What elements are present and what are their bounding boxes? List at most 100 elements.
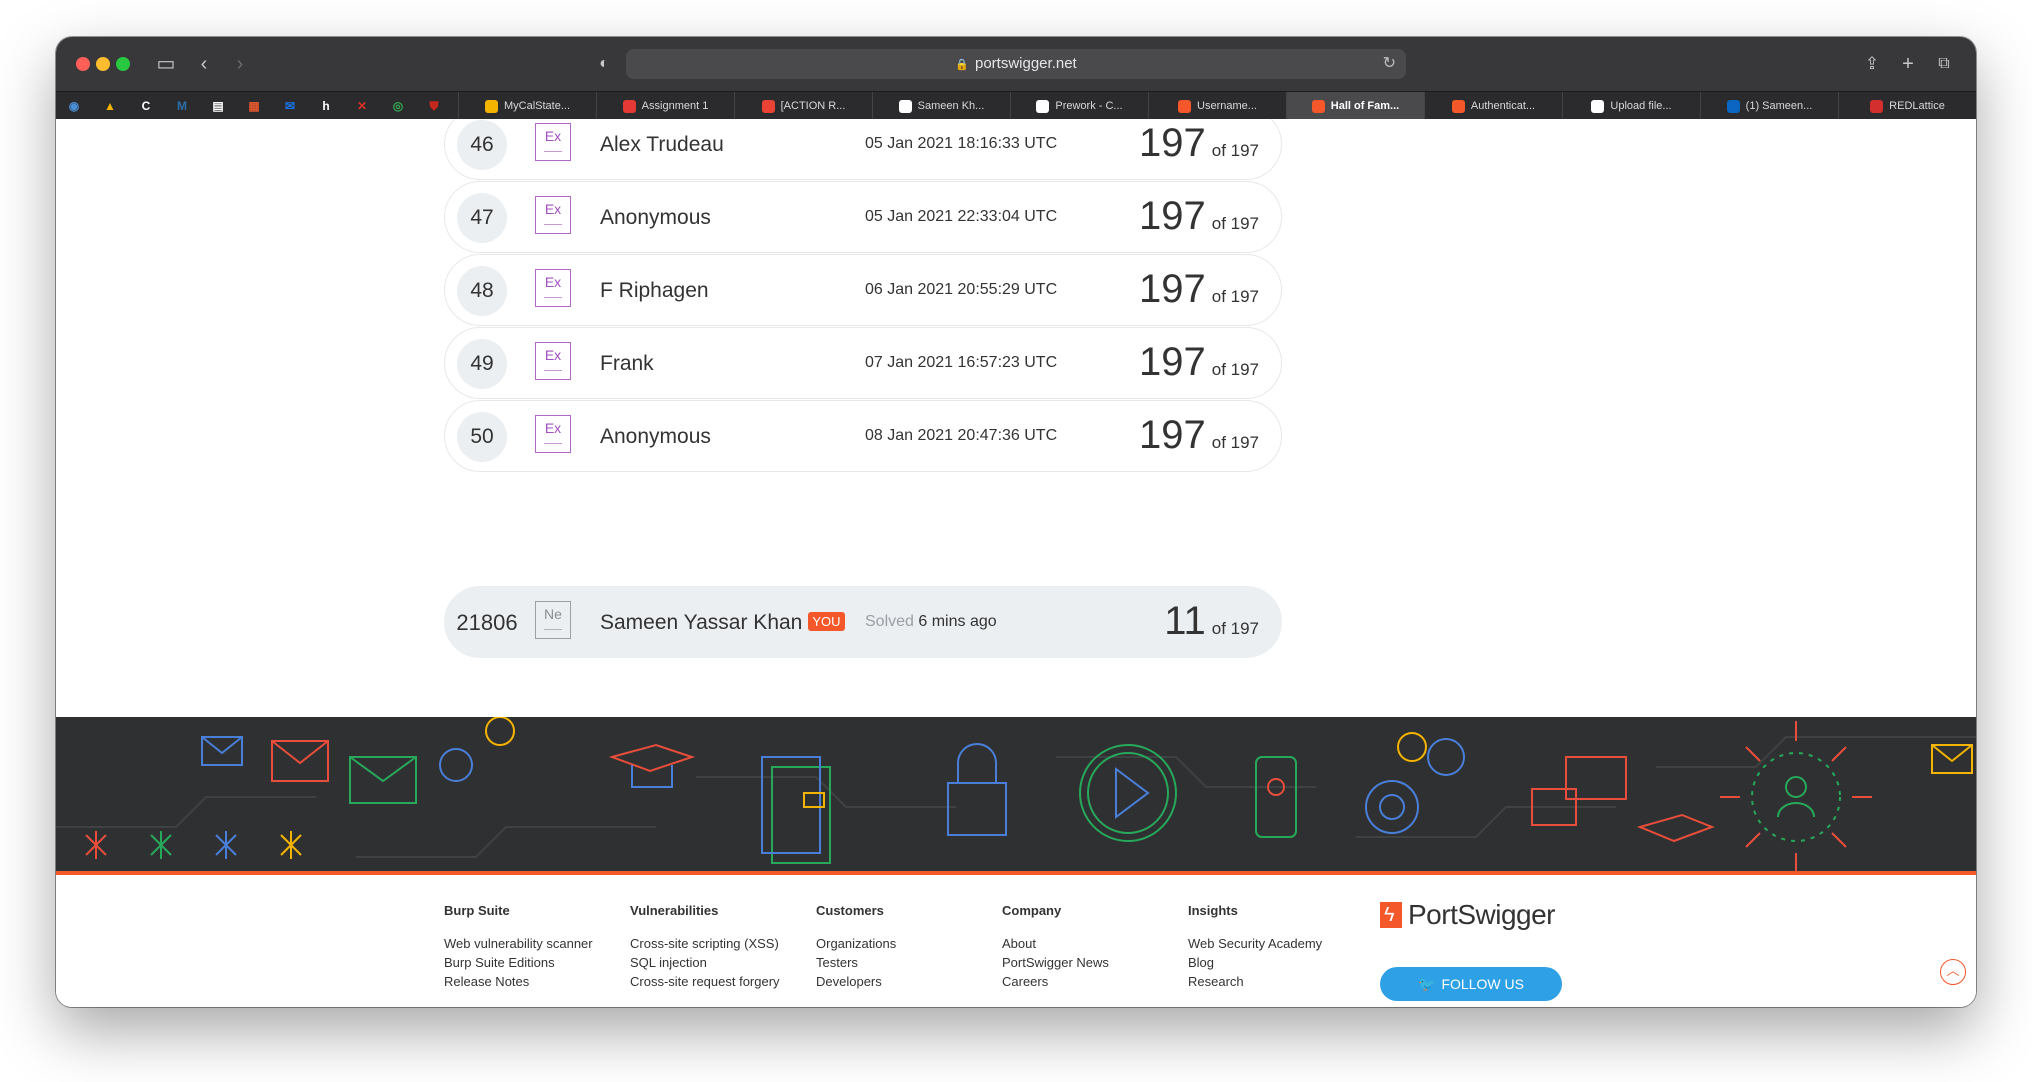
footer-column-heading: Customers	[816, 903, 884, 918]
footer-illustration-banner	[56, 717, 1976, 875]
drive-icon: ▲	[104, 99, 116, 113]
footer-link[interactable]: Cross-site request forgery	[630, 972, 810, 991]
user-score: 11 of 197	[1164, 599, 1259, 644]
tab-favicon-icon	[1311, 99, 1325, 113]
player-score: 197 of 197	[1139, 121, 1259, 166]
footer-column: Company About PortSwigger News Careers	[1002, 903, 1182, 991]
tab-overview-icon[interactable]: ⧉	[1930, 51, 1958, 77]
pinned-tab-9[interactable]: ◎	[380, 92, 416, 120]
completion-date: 08 Jan 2021 20:47:36 UTC	[865, 427, 1058, 444]
tab-label: Prework - C...	[1055, 100, 1123, 112]
scroll-to-top-icon[interactable]: ︿	[1940, 959, 1966, 985]
address-bar[interactable]: 🔒 portswigger.net ↻	[626, 49, 1406, 79]
footer-column: Vulnerabilities Cross-site scripting (XSS…	[630, 903, 810, 991]
browser-window: ▭ ‹ › ◐ 🔒 portswigger.net ↻ ⇪ + ⧉ ◉ ▲ C M ▤ ▦ ✉…	[56, 37, 1976, 1007]
pinned-tab-10[interactable]: ⛊	[416, 92, 452, 120]
flag-icon: ▤	[212, 99, 224, 113]
portswigger-brand-name: PortSwigger	[1408, 899, 1556, 930]
tab-label: [ACTION R...	[780, 100, 846, 112]
pinned-tab-5[interactable]: ▦	[236, 92, 272, 120]
score-total: of 197	[1211, 360, 1259, 379]
footer-link[interactable]: PortSwigger News	[1002, 953, 1182, 972]
pinned-tab-6[interactable]: ✉	[272, 92, 308, 120]
grid-icon: ▦	[248, 99, 260, 113]
footer-link[interactable]: Research	[1188, 972, 1368, 991]
expert-badge-icon: Ex	[535, 269, 571, 307]
footer-link[interactable]: Blog	[1188, 953, 1368, 972]
page-content: 46 Ex Alex Trudeau 05 Jan 2021 18:16:33 UTC…	[56, 119, 1976, 1007]
tab-favicon-icon	[1726, 99, 1740, 113]
footer-column-heading: Company	[1002, 903, 1062, 918]
browser-tab[interactable]: Username...	[1148, 92, 1286, 120]
close-window-button[interactable]	[76, 57, 90, 71]
rank-number: 49	[457, 339, 507, 389]
score-total: of 197	[1211, 433, 1259, 452]
footer-link[interactable]: Web Security Academy	[1188, 934, 1368, 953]
player-score: 197 of 197	[1139, 340, 1259, 385]
pinned-tab-3[interactable]: M	[164, 92, 200, 120]
privacy-shield-icon[interactable]: ◐	[590, 51, 618, 77]
user-name: Sameen Yassar Khan YOU	[600, 611, 845, 635]
browser-tab[interactable]: Hall of Fam...	[1286, 92, 1424, 120]
pinned-tab-0[interactable]: ◉	[56, 92, 92, 120]
leaderboard-row: 50 Ex Anonymous 08 Jan 2021 20:47:36 UTC 197…	[444, 400, 1282, 472]
minimize-window-button[interactable]	[96, 57, 110, 71]
zoom-window-button[interactable]	[116, 57, 130, 71]
pinned-tab-4[interactable]: ▤	[200, 92, 236, 120]
completion-date: 07 Jan 2021 16:57:23 UTC	[865, 354, 1058, 371]
novice-badge-icon: Ne	[535, 601, 571, 639]
pinned-tab-2[interactable]: C	[128, 92, 164, 120]
back-icon[interactable]: ‹	[190, 51, 218, 77]
portswigger-logo[interactable]: PortSwigger	[1380, 899, 1556, 931]
browser-tab[interactable]: Upload file...	[1562, 92, 1700, 120]
browser-tab[interactable]: MyCalState...	[458, 92, 596, 120]
forward-icon[interactable]: ›	[226, 51, 254, 77]
tab-favicon-icon	[484, 99, 498, 113]
browser-tab[interactable]: Sameen Kh...	[872, 92, 1010, 120]
share-icon[interactable]: ⇪	[1858, 51, 1886, 77]
reload-icon[interactable]: ↻	[1383, 49, 1396, 79]
footer-link[interactable]: Careers	[1002, 972, 1182, 991]
rank-number: 50	[457, 412, 507, 462]
footer-link[interactable]: Release Notes	[444, 972, 624, 991]
pinned-tab-8[interactable]: ✕	[344, 92, 380, 120]
c-icon: C	[141, 99, 151, 113]
browser-tab[interactable]: [ACTION R...	[734, 92, 872, 120]
pinned-tab-7[interactable]: h	[308, 92, 344, 120]
browser-tab[interactable]: REDLattice	[1838, 92, 1976, 120]
tab-favicon-icon	[1870, 99, 1884, 113]
footer-link[interactable]: Web vulnerability scanner	[444, 934, 624, 953]
player-name: F Riphagen	[600, 279, 709, 302]
tab-favicon-icon	[1178, 99, 1192, 113]
completion-date: 05 Jan 2021 22:33:04 UTC	[865, 208, 1058, 225]
user-score-total: of 197	[1211, 619, 1259, 638]
tab-label: Username...	[1197, 100, 1257, 112]
browser-tab[interactable]: Authenticat...	[1424, 92, 1562, 120]
tab-label: Hall of Fam...	[1330, 100, 1400, 112]
footer-link[interactable]: Burp Suite Editions	[444, 953, 624, 972]
new-tab-icon[interactable]: +	[1894, 51, 1922, 77]
shield-icon: ⛊	[429, 99, 439, 113]
browser-tab[interactable]: Assignment 1	[596, 92, 734, 120]
browser-tab[interactable]: Prework - C...	[1010, 92, 1148, 120]
footer-link[interactable]: Testers	[816, 953, 996, 972]
score-value: 197	[1138, 267, 1206, 311]
solved-time: Solved 6 mins ago	[865, 613, 997, 631]
footer-link[interactable]: SQL injection	[630, 953, 810, 972]
tab-label: Assignment 1	[641, 100, 709, 112]
footer-column-heading: Insights	[1188, 903, 1238, 918]
footer-column: Customers Organizations Testers Developers	[816, 903, 996, 991]
mail-icon: ✉	[284, 99, 296, 113]
footer-link[interactable]: Developers	[816, 972, 996, 991]
sidebar-toggle-icon[interactable]: ▭	[152, 51, 180, 77]
footer-link[interactable]: Organizations	[816, 934, 996, 953]
footer-column: Insights Web Security Academy Blog Research	[1188, 903, 1368, 991]
completion-date: 06 Jan 2021 20:55:29 UTC	[865, 281, 1058, 298]
follow-us-button[interactable]: 🐦 FOLLOW US	[1380, 967, 1562, 1001]
footer-link[interactable]: About	[1002, 934, 1182, 953]
browser-tab[interactable]: (1) Sameen...	[1700, 92, 1838, 120]
globe-icon: ◉	[68, 99, 80, 113]
footer-column-heading: Burp Suite	[444, 903, 510, 918]
footer-link[interactable]: Cross-site scripting (XSS)	[630, 934, 810, 953]
pinned-tab-1[interactable]: ▲	[92, 92, 128, 120]
